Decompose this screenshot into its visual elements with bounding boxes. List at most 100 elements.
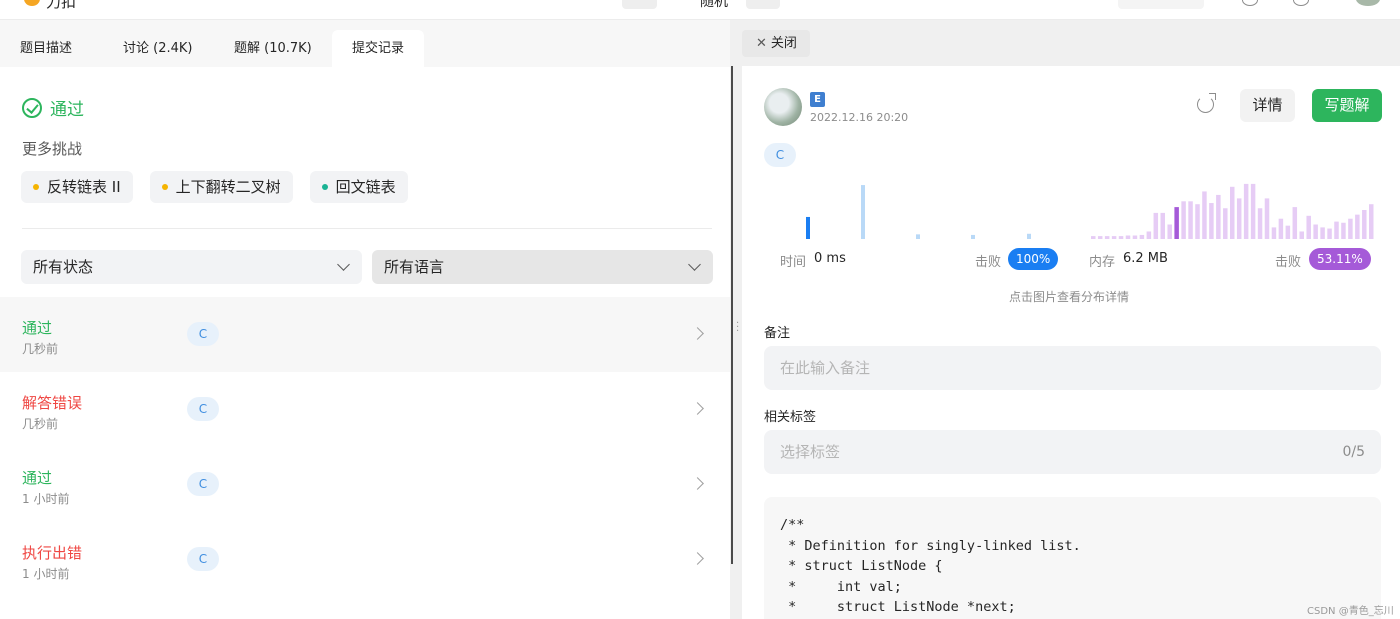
- language-badge: C: [187, 547, 219, 571]
- author-avatar[interactable]: [764, 88, 802, 126]
- runtime-bar: [1027, 233, 1031, 239]
- memory-bar: [1146, 231, 1152, 239]
- memory-value: 6.2 MB: [1123, 251, 1168, 266]
- difficulty-dot-icon: [161, 184, 168, 190]
- runtime-bar: [971, 234, 975, 239]
- scrollbar[interactable]: [731, 66, 733, 564]
- tab-discussion[interactable]: 讨论 (2.4K): [103, 30, 212, 67]
- challenge-label: 回文链表: [335, 178, 396, 196]
- tab-description[interactable]: 题目描述: [0, 30, 92, 67]
- write-solution-button[interactable]: 写题解: [1312, 89, 1382, 122]
- submission-time: 1 小时前: [22, 492, 70, 506]
- memory-bar: [1320, 227, 1325, 239]
- runtime-value: 0 ms: [814, 251, 846, 266]
- memory-bar: [1167, 224, 1172, 239]
- submission-status: 执行出错: [22, 544, 83, 562]
- tab-solutions[interactable]: 题解 (10.7K): [214, 30, 332, 67]
- premium-button[interactable]: [1118, 0, 1204, 9]
- top-navbar: 力扣 随机: [0, 0, 1400, 20]
- result-status-label: 通过: [50, 100, 84, 120]
- leetcode-logo-icon[interactable]: [24, 0, 40, 6]
- challenge-label: 反转链表 II: [47, 178, 121, 196]
- memory-bar: [1243, 183, 1249, 239]
- brand-text[interactable]: 力扣: [46, 0, 76, 12]
- memory-bar: [1355, 214, 1360, 239]
- note-label: 备注: [764, 326, 791, 341]
- difficulty-dot-icon: [321, 184, 328, 190]
- runtime-bar: [916, 234, 920, 239]
- user-avatar[interactable]: [1356, 0, 1380, 6]
- memory-bar: [1091, 236, 1096, 239]
- language-filter-value: 所有语言: [384, 258, 445, 276]
- submission-status: 解答错误: [22, 394, 83, 412]
- memory-bar: [1223, 208, 1228, 239]
- memory-bar: [1195, 204, 1200, 239]
- chevron-down-icon: [688, 258, 701, 271]
- more-challenges-label: 更多挑战: [22, 140, 83, 158]
- tag-label: 相关标签: [764, 410, 817, 425]
- next-problem-button[interactable]: [746, 0, 780, 9]
- memory-bar: [1257, 208, 1263, 239]
- memory-bar: [1125, 235, 1131, 239]
- language-badge: C: [187, 472, 219, 496]
- memory-bar: [1181, 201, 1186, 239]
- note-input[interactable]: 在此输入备注: [764, 346, 1381, 390]
- memory-bar: [1111, 236, 1117, 239]
- submission-row[interactable]: 通过 几秒前 C: [0, 297, 730, 372]
- challenge-chip[interactable]: 上下翻转二叉树: [149, 171, 293, 203]
- submission-row[interactable]: 解答错误 几秒前 C: [0, 372, 730, 447]
- memory-bar: [1292, 207, 1298, 239]
- memory-bar: [1348, 218, 1353, 239]
- runtime-beat-badge: 100%: [1008, 248, 1059, 270]
- submission-status: 通过: [22, 319, 53, 337]
- tag-placeholder: 选择标签: [780, 443, 841, 461]
- code-block[interactable]: /** * Definition for singly-linked list.…: [764, 497, 1381, 619]
- submission-row[interactable]: 通过 1 小时前 C: [0, 447, 730, 522]
- watermark: CSDN @青色_忘川: [1307, 606, 1394, 617]
- left-panel: 题目描述 讨论 (2.4K) 题解 (10.7K) 提交记录 通过 更多挑战 反…: [0, 20, 730, 619]
- close-icon: ✕: [756, 36, 767, 51]
- divider: [22, 228, 712, 229]
- runtime-label: 时间: [780, 255, 807, 270]
- details-button[interactable]: 详情: [1240, 89, 1295, 122]
- refresh-icon[interactable]: [1197, 93, 1216, 113]
- debug-icon[interactable]: [1242, 0, 1258, 6]
- status-filter-select[interactable]: 所有状态: [21, 250, 362, 284]
- panel-resize-handle[interactable]: · · ·: [736, 319, 739, 337]
- tag-select[interactable]: 选择标签 0/5: [764, 430, 1381, 474]
- memory-bar: [1174, 207, 1179, 239]
- memory-bar: [1327, 228, 1332, 239]
- language-badge: C: [187, 397, 219, 421]
- language-filter-select[interactable]: 所有语言: [372, 250, 713, 284]
- memory-beat-badge: 53.11%: [1309, 248, 1371, 270]
- memory-bar: [1153, 212, 1159, 239]
- memory-bar: [1334, 221, 1339, 239]
- close-detail-tab[interactable]: ✕ 关闭: [742, 30, 810, 57]
- difficulty-dot-icon: [33, 184, 39, 190]
- tab-submissions[interactable]: 提交记录: [332, 30, 425, 67]
- prev-problem-button[interactable]: [622, 0, 657, 9]
- memory-bar: [1306, 215, 1311, 239]
- submission-time: 1 小时前: [22, 567, 70, 581]
- submission-date: 2022.12.16 20:20: [810, 111, 909, 124]
- distribution-chart[interactable]: [764, 180, 1384, 242]
- memory-bar: [1271, 227, 1277, 239]
- challenge-list: 反转链表 II 上下翻转二叉树 回文链表: [21, 171, 408, 203]
- memory-bar: [1278, 218, 1284, 239]
- challenge-chip[interactable]: 回文链表: [309, 171, 408, 203]
- tag-count: 0/5: [1342, 444, 1365, 460]
- result-status: 通过: [22, 95, 84, 120]
- runtime-bar: [806, 216, 810, 239]
- submission-row[interactable]: 执行出错 1 小时前 C: [0, 522, 730, 597]
- challenge-chip[interactable]: 反转链表 II: [21, 171, 133, 203]
- memory-beat-label: 击败: [1275, 255, 1302, 270]
- submission-time: 几秒前: [22, 342, 59, 356]
- memory-bar: [1236, 198, 1242, 239]
- memory-bar: [1264, 198, 1270, 239]
- random-problem-label[interactable]: 随机: [700, 0, 728, 11]
- clock-icon[interactable]: [1293, 0, 1309, 6]
- memory-bar: [1139, 234, 1145, 239]
- check-circle-icon: [22, 97, 42, 118]
- memory-bar: [1250, 183, 1256, 239]
- memory-bar: [1313, 224, 1318, 239]
